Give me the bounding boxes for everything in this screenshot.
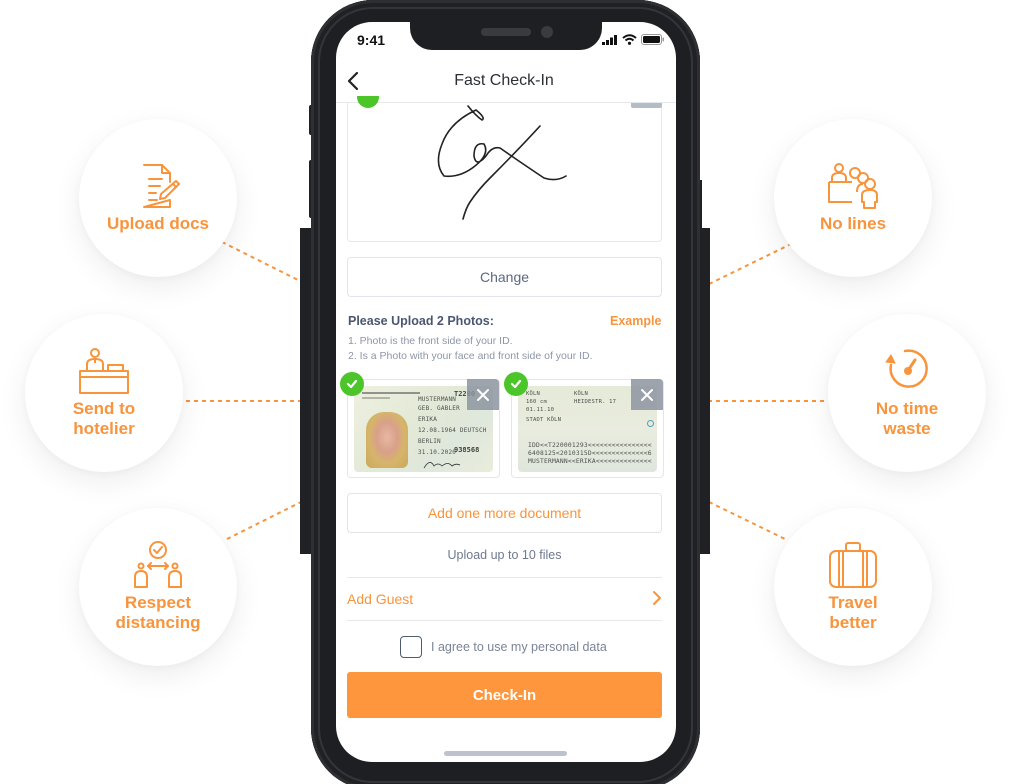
speedometer-icon <box>881 347 933 395</box>
feature-label: Send to hotelier <box>72 399 136 438</box>
feature-label: Upload docs <box>106 214 209 233</box>
chevron-right-icon <box>653 591 661 605</box>
feature-send-to-hotelier: Send to hotelier <box>25 314 183 472</box>
checkmark-icon <box>510 379 522 389</box>
upload-limit-text: Upload up to 10 files <box>447 548 562 562</box>
battery-icon <box>641 34 664 45</box>
connector-travel-better <box>708 501 788 541</box>
add-guest-row[interactable]: Add Guest <box>347 578 662 620</box>
feature-travel-better: Travel better <box>774 508 932 666</box>
connector-send-to-hotelier <box>186 400 304 402</box>
queue-people-icon <box>827 162 879 210</box>
photo-check-badge <box>340 372 364 396</box>
consent-checkbox[interactable] <box>400 636 422 658</box>
upload-title: Please Upload 2 Photos: <box>348 314 494 328</box>
status-time: 9:41 <box>357 32 386 48</box>
wifi-icon <box>622 34 637 45</box>
remove-photo-button[interactable] <box>631 379 663 410</box>
connector-no-time-waste <box>708 400 828 402</box>
consent-label: I agree to use my personal data <box>431 640 607 654</box>
example-link[interactable]: Example <box>610 314 661 328</box>
checkmark-icon <box>346 379 358 389</box>
feature-label: Travel better <box>828 593 878 632</box>
feature-label: No lines <box>819 214 887 233</box>
feature-label: No time waste <box>875 399 939 438</box>
feature-no-time-waste: No time waste <box>828 314 986 472</box>
connector-upload-docs <box>221 241 307 285</box>
add-document-button[interactable]: Add one more document <box>347 493 662 533</box>
add-guest-label: Add Guest <box>347 591 414 607</box>
signal-icon <box>602 34 617 45</box>
id-signature <box>423 462 461 469</box>
speaker <box>481 28 531 36</box>
signature-drawing <box>437 105 567 220</box>
connector-no-lines <box>708 243 792 285</box>
divider <box>347 620 662 621</box>
change-signature-button[interactable]: Change <box>347 257 662 297</box>
close-icon <box>477 388 489 401</box>
upload-instruction: 2. Is a Photo with your face and front s… <box>348 350 593 362</box>
front-camera <box>541 26 553 38</box>
remove-photo-button[interactable] <box>467 379 499 410</box>
social-distance-icon <box>132 541 184 589</box>
feature-respect-distancing: Respect distancing <box>79 508 237 666</box>
reception-desk-icon <box>78 347 130 395</box>
hologram-icon <box>647 420 654 427</box>
document-pen-icon <box>132 162 184 210</box>
id-photo-face <box>366 412 408 468</box>
home-indicator <box>444 751 567 756</box>
photo-check-badge <box>504 372 528 396</box>
close-icon <box>641 388 653 401</box>
status-icons <box>602 34 665 45</box>
feature-label: Respect distancing <box>115 593 201 632</box>
suitcase-icon <box>827 541 879 589</box>
signature-remove-button[interactable] <box>631 103 662 108</box>
page-title: Fast Check-In <box>454 72 554 89</box>
upload-instruction: 1. Photo is the front side of your ID. <box>348 335 513 347</box>
feature-no-lines: No lines <box>774 119 932 277</box>
check-in-button[interactable]: Check-In <box>347 672 662 718</box>
feature-upload-docs: Upload docs <box>79 119 237 277</box>
connector-respect-distancing <box>226 500 304 540</box>
